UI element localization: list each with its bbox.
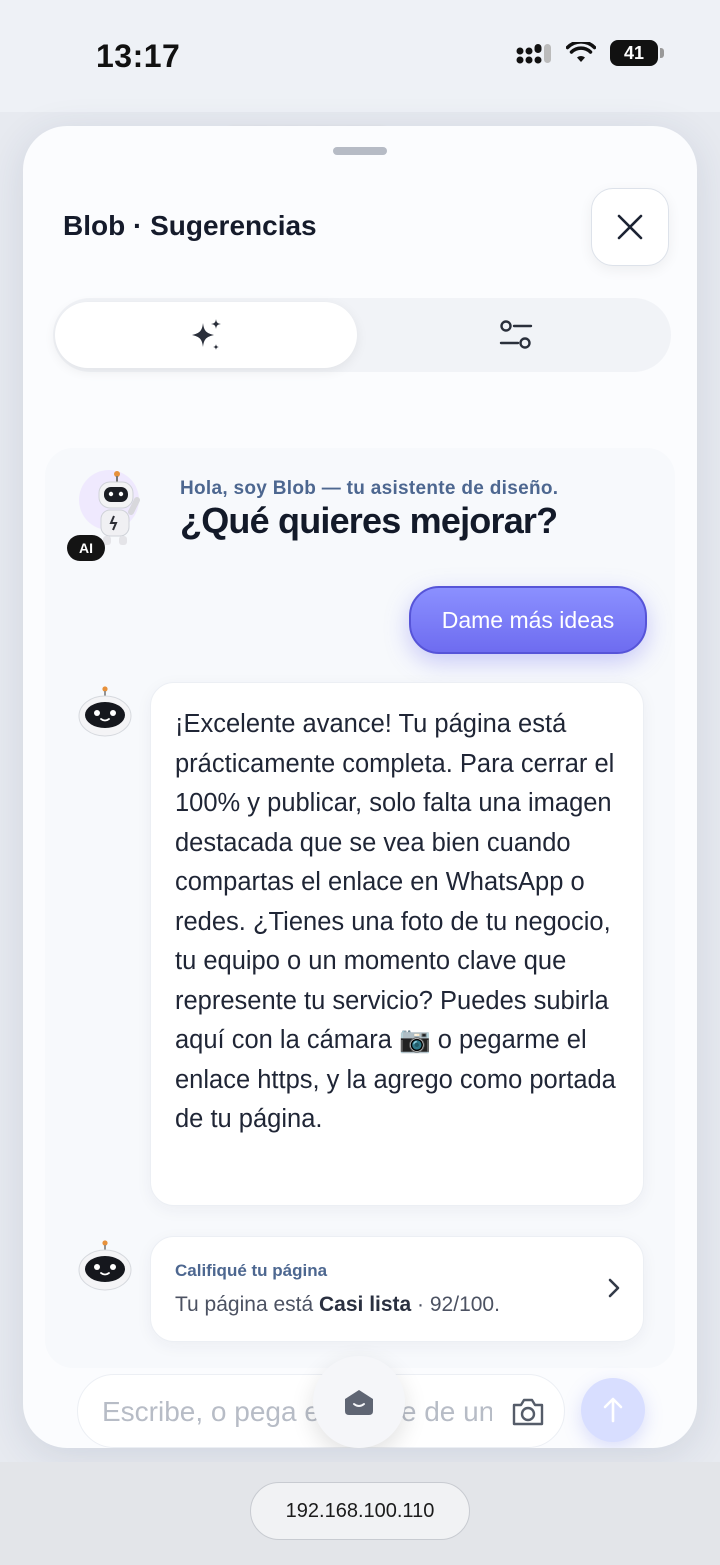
more-ideas-button[interactable]: Dame más ideas xyxy=(409,586,647,654)
tab-settings[interactable] xyxy=(365,302,667,368)
question-heading: ¿Qué quieres mejorar? xyxy=(180,500,558,541)
tab-suggestions[interactable] xyxy=(55,302,357,368)
status-time: 13:17 xyxy=(96,38,181,74)
sheet-grabber[interactable] xyxy=(333,147,387,155)
battery-icon: 41 xyxy=(610,40,664,66)
message-input[interactable] xyxy=(102,1393,492,1431)
rating-title: Califiqué tu página xyxy=(175,1261,328,1280)
close-button[interactable] xyxy=(591,188,669,266)
rating-status: Casi lista xyxy=(319,1293,412,1316)
chevron-right-icon xyxy=(608,1278,620,1298)
camera-button[interactable] xyxy=(510,1395,546,1429)
sheet-title: Blob · Sugerencias xyxy=(63,210,317,241)
rating-summary: Tu página está Casi lista · 92/100. xyxy=(175,1293,500,1317)
bot-message-text: ¡Excelente avance! Tu página está prácti… xyxy=(175,710,616,1133)
wifi-icon xyxy=(566,42,596,62)
home-fab-button[interactable] xyxy=(313,1356,405,1448)
browser-toolbar: 192.168.100.110 xyxy=(0,1462,720,1565)
sliders-icon xyxy=(499,320,533,349)
status-icons: 41 xyxy=(516,40,664,66)
robot-face-icon xyxy=(78,1240,132,1291)
bot-avatar xyxy=(77,684,133,740)
rating-prefix: Tu página está xyxy=(175,1293,319,1316)
close-icon xyxy=(617,214,643,240)
robot-face-icon xyxy=(78,686,132,737)
camera-icon xyxy=(512,1398,544,1426)
bot-avatar xyxy=(77,1238,133,1294)
sparkles-icon xyxy=(192,319,221,350)
blob-home-icon xyxy=(345,1390,373,1415)
send-button[interactable] xyxy=(581,1378,645,1442)
greeting-text: Hola, soy Blob — tu asistente de diseño. xyxy=(180,478,559,499)
page-rating-card[interactable]: Califiqué tu página Tu página está Casi … xyxy=(150,1236,644,1342)
arrow-up-icon xyxy=(603,1397,623,1423)
signal-icon xyxy=(516,44,551,64)
url-bar[interactable]: 192.168.100.110 xyxy=(250,1482,470,1540)
ai-badge: AI xyxy=(67,535,105,561)
bot-message-bubble: ¡Excelente avance! Tu página está prácti… xyxy=(150,682,644,1206)
rating-score: · 92/100. xyxy=(411,1293,500,1316)
suggestions-sheet: Blob · Sugerencias AI Hola, soy Blob — t… xyxy=(23,126,697,1448)
mode-tabs xyxy=(53,298,671,372)
